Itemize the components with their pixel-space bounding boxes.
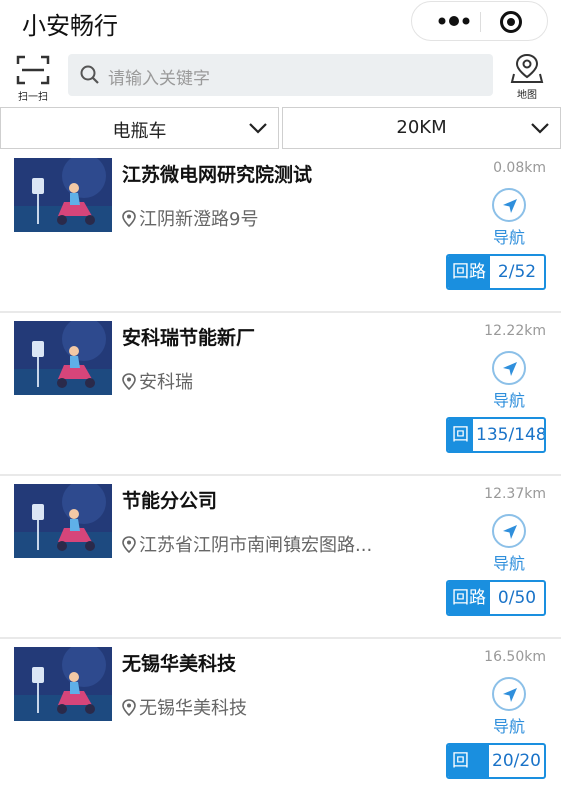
- navigate-button[interactable]: 导航: [489, 677, 529, 737]
- title-bar: 小安畅行: [0, 0, 561, 44]
- circuit-count-badge: 回路 0/50: [446, 580, 546, 616]
- circuit-count-badge: 回 135/148: [446, 417, 546, 453]
- chevron-down-icon: [249, 123, 267, 134]
- distance-value: 20KM: [396, 117, 447, 138]
- circuit-tag: 回路: [448, 582, 490, 614]
- station-thumbnail: [14, 321, 112, 395]
- station-address: 安科瑞: [122, 368, 193, 394]
- map-pin-icon: [510, 53, 544, 83]
- vehicle-type-select[interactable]: 电瓶车: [0, 107, 279, 149]
- circuit-count: 135/148: [476, 425, 546, 445]
- station-thumbnail: [14, 484, 112, 558]
- circuit-count: 2/52: [497, 262, 537, 282]
- navigate-button[interactable]: 导航: [489, 351, 529, 411]
- toolbar: 扫一扫 请输入关键字 地图: [0, 48, 561, 104]
- station-distance: 16.50km: [484, 649, 546, 665]
- navigate-button[interactable]: 导航: [489, 514, 529, 574]
- station-address-text: 江阴新澄路9号: [139, 209, 259, 230]
- location-icon: [122, 373, 136, 390]
- distance-select[interactable]: 20KM: [282, 107, 561, 149]
- station-thumbnail: [14, 158, 112, 232]
- station-name: 无锡华美科技: [122, 653, 237, 675]
- scan-button[interactable]: 扫一扫: [10, 54, 56, 103]
- navigate-label: 导航: [492, 391, 525, 410]
- circuit-tag: 回路: [448, 256, 490, 288]
- capsule-divider: [480, 12, 481, 32]
- station-address: 江苏省江阴市南闸镇宏图路...: [122, 531, 372, 557]
- close-icon[interactable]: [500, 11, 522, 33]
- circuit-count: 20/20: [492, 751, 541, 771]
- navigate-label: 导航: [492, 717, 525, 736]
- circuit-count: 0/50: [497, 588, 537, 608]
- circuit-count-badge: 回路 2/52: [446, 254, 546, 290]
- navigate-label: 导航: [492, 228, 525, 247]
- navigate-icon: [492, 677, 526, 711]
- miniprogram-capsule: [411, 1, 548, 41]
- navigate-icon: [492, 188, 526, 222]
- app-title: 小安畅行: [22, 12, 118, 40]
- map-button[interactable]: 地图: [506, 52, 548, 104]
- search-icon: [80, 65, 99, 84]
- navigate-icon: [492, 351, 526, 385]
- station-distance: 0.08km: [493, 160, 546, 176]
- vehicle-type-value: 电瓶车: [112, 121, 167, 142]
- station-name: 节能分公司: [122, 490, 218, 512]
- scan-icon: [16, 55, 50, 85]
- station-address-text: 安科瑞: [139, 372, 193, 393]
- map-label: 地图: [517, 90, 537, 101]
- search-input[interactable]: 请输入关键字: [68, 54, 493, 96]
- location-icon: [122, 210, 136, 227]
- location-icon: [122, 536, 136, 553]
- more-icon[interactable]: [428, 8, 480, 34]
- station-name: 安科瑞节能新厂: [122, 327, 256, 349]
- location-icon: [122, 699, 136, 716]
- chevron-down-icon: [531, 123, 549, 134]
- station-item[interactable]: 无锡华美科技 无锡华美科技 16.50km 导航 回路 20/20: [0, 639, 561, 799]
- search-placeholder: 请输入关键字: [108, 69, 210, 89]
- filter-bar: 电瓶车 20KM: [0, 107, 561, 149]
- station-item[interactable]: 安科瑞节能新厂 安科瑞 12.22km 导航 回 135/148: [0, 313, 561, 476]
- station-address: 无锡华美科技: [122, 694, 247, 720]
- scan-label: 扫一扫: [18, 92, 48, 103]
- station-address-text: 无锡华美科技: [139, 698, 247, 719]
- navigate-icon: [492, 514, 526, 548]
- circuit-tag: 回: [448, 419, 473, 451]
- station-address: 江阴新澄路9号: [122, 205, 258, 231]
- navigate-button[interactable]: 导航: [489, 188, 529, 248]
- station-address-text: 江苏省江阴市南闸镇宏图路...: [139, 535, 373, 556]
- station-thumbnail: [14, 647, 112, 721]
- station-distance: 12.22km: [484, 323, 546, 339]
- station-name: 江苏微电网研究院测试: [122, 164, 313, 186]
- circuit-count-badge: 回路 20/20: [446, 743, 546, 779]
- station-distance: 12.37km: [484, 486, 546, 502]
- circuit-tag: 回路: [448, 745, 489, 777]
- navigate-label: 导航: [492, 554, 525, 573]
- station-item[interactable]: 江苏微电网研究院测试 江阴新澄路9号 0.08km 导航 回路 2/52: [0, 150, 561, 313]
- station-item[interactable]: 节能分公司 江苏省江阴市南闸镇宏图路... 12.37km 导航 回路 0/50: [0, 476, 561, 639]
